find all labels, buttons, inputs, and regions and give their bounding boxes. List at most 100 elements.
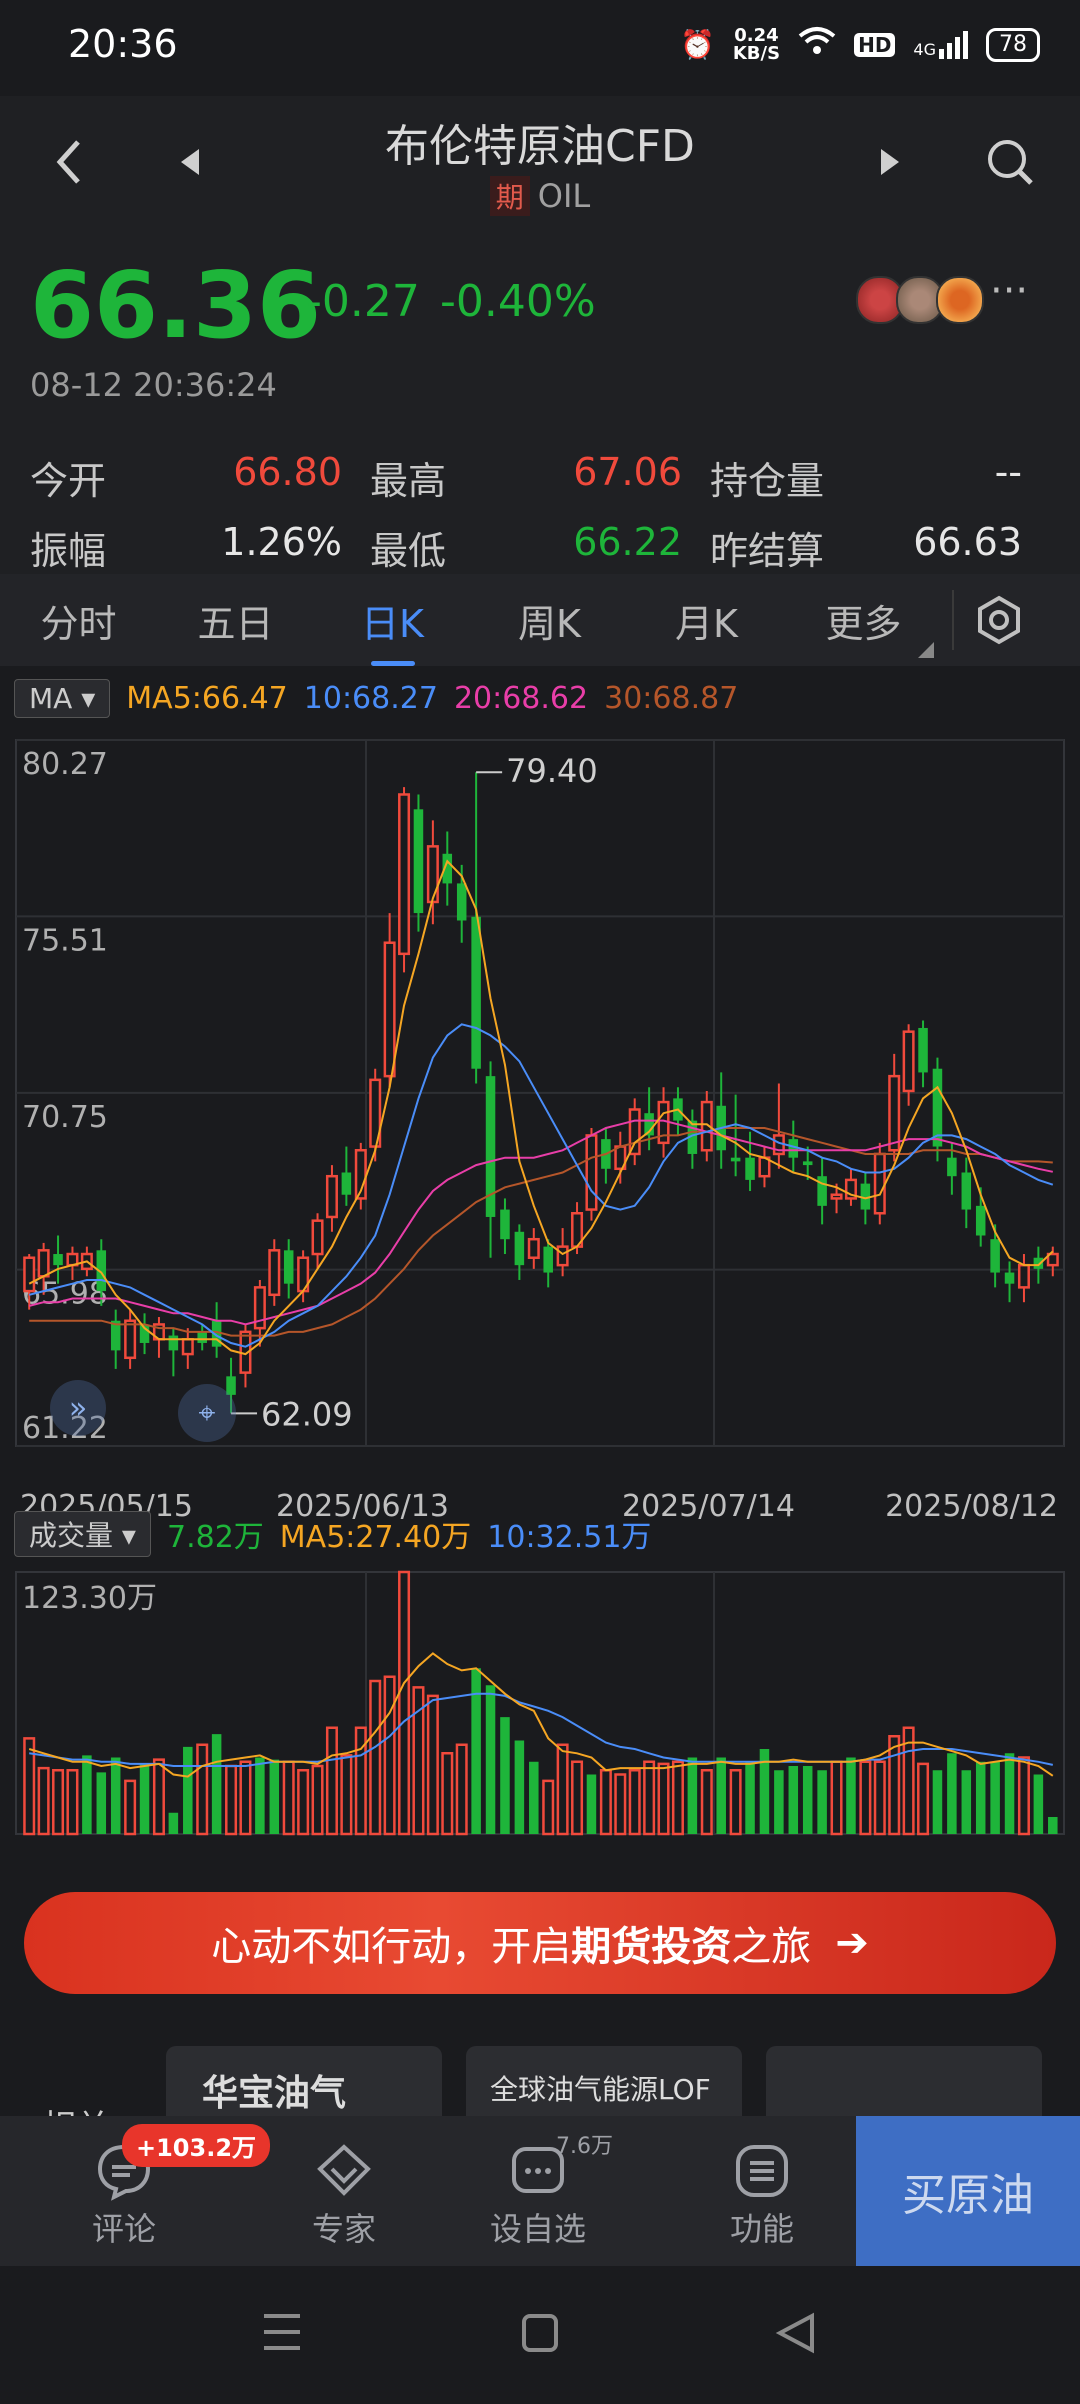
ma30-value: 30:68.87 [604,680,739,716]
volume-bar [947,1753,957,1834]
watchlist-count: 7.6万 [556,2134,613,2159]
volume-max-label: 123.30万 [22,1581,157,1616]
quote-stats-row: 今开 66.80 最高 67.06 持仓量 -- [30,442,1050,512]
avatar-group[interactable] [856,276,984,324]
related-card[interactable] [766,2046,1042,2118]
volume-chart[interactable]: 123.30万 [0,1562,1080,1852]
stat-label: 今开 [30,458,107,503]
volume-bar [529,1761,539,1834]
quote-panel: 66.36 -0.27 -0.40% 08-12 20:36:24 ··· 今开… [0,228,1080,574]
functions-button[interactable]: 功能 [692,2138,832,2250]
volume-bar [514,1740,525,1834]
status-bar: 20:36 ⏰ 0.24 KB/S HD 4G 78 [0,0,1080,96]
volume-bar [716,1757,726,1834]
volume-bar [124,1779,137,1836]
ma-legend: MA ▾ MA5:66.47 10:68.27 20:68.62 30:68.8… [14,676,738,720]
stat-value: 1.26% [221,519,342,564]
ma30-line [29,1127,1053,1337]
candlestick-chart[interactable]: 80.2775.5170.7565.9861.2279.4062.092025/… [0,722,1080,1562]
system-navigation-bar [0,2266,1080,2400]
related-card[interactable]: 全球油气能源LOF [466,2046,742,2118]
home-icon[interactable] [522,2314,558,2352]
expand-sidebar-button[interactable]: » [50,1380,106,1436]
volume-bar [269,1759,280,1834]
stat-label: 振幅 [30,528,107,573]
candle-body [527,1237,540,1259]
volume-bar [1004,1753,1015,1834]
tab-daily-k[interactable]: 日K [314,593,471,666]
corner-triangle-icon [918,641,934,658]
volume-bar [1048,1817,1058,1834]
stat-cell: 最低 66.22 [370,520,682,575]
volume-bar [571,1760,584,1836]
volume-indicator-select[interactable]: 成交量 ▾ [14,1511,151,1557]
menu-icon[interactable] [264,2314,300,2350]
candle-body [456,883,467,921]
candle-body [888,1074,901,1152]
volume-bar [225,1764,238,1836]
candle-body [990,1239,1000,1273]
candle-body [975,1205,986,1236]
bottom-action-bar: 评论 +103.2万 专家 设自选 7.6万 功能 买原油 [0,2116,1080,2266]
stat-cell: 今开 66.80 [30,450,342,505]
net-speed: 0.24 KB/S [732,24,781,64]
candle-body [514,1231,525,1266]
candle-body [413,809,424,914]
stat-cell: 最高 67.06 [370,450,682,505]
y-tick-label: 75.51 [22,923,108,958]
ma5-value: MA5:66.47 [126,680,288,716]
experts-button[interactable]: 专家 [274,2138,414,2250]
period-tabs: 分时 五日 日K 周K 月K 更多 [0,574,1080,666]
more-icon[interactable]: ··· [990,268,1028,314]
comment-count-badge: +103.2万 [122,2124,271,2167]
y-tick-label: 70.75 [22,1100,108,1135]
volume-bar [398,1570,411,1836]
draw-tool-button[interactable]: ⌖ [178,1384,236,1442]
promo-banner[interactable]: 心动不如行动，开启 期货投资 之旅 ➔ [24,1892,1056,1994]
ma20-value: 20:68.62 [453,680,589,716]
tab-monthly-k[interactable]: 月K [628,593,785,648]
candle-body [947,1157,957,1177]
related-card[interactable]: 华宝油气LOF [166,2046,442,2118]
volume-bar [975,1761,986,1834]
volume-bar [961,1770,972,1834]
volume-bar [657,1762,670,1836]
buy-button[interactable]: 买原油 [856,2116,1080,2266]
clock: 20:36 [68,22,178,66]
next-instrument-button[interactable] [860,132,920,192]
volume-bar [52,1769,65,1836]
search-button[interactable] [980,132,1040,192]
candle-body [311,1219,324,1256]
ma-indicator-select[interactable]: MA ▾ [14,678,111,718]
back-triangle-icon[interactable] [775,2312,814,2354]
volume-bar [1017,1756,1030,1836]
volume-bar [859,1760,872,1836]
tab-five-day[interactable]: 五日 [157,593,314,648]
volume-bar [1033,1774,1044,1834]
tab-intraday[interactable]: 分时 [0,593,157,648]
stat-label: 最低 [370,528,447,573]
volume-bar [888,1735,901,1836]
candle-body [873,1152,886,1215]
volume-bar [340,1754,353,1836]
candle-body [383,941,396,1078]
candle-body [628,1108,641,1156]
candle-body [471,916,481,1069]
volume-bar [990,1761,1000,1834]
candle-body [426,845,439,904]
volume-bar [687,1757,698,1834]
volume-bar [66,1769,79,1836]
candle-body [556,1245,569,1267]
battery-indicator: 78 [986,27,1040,62]
header: 布伦特原油CFD 期 OIL [0,96,1080,228]
price-change-percent: -0.40% [440,276,596,327]
tab-more[interactable]: 更多 [785,593,942,658]
volume-bar [196,1743,209,1836]
stat-cell: 昨结算 66.63 [710,520,1022,575]
chart-area: MA ▾ MA5:66.47 10:68.27 20:68.62 30:68.8… [0,666,1080,1836]
tab-weekly-k[interactable]: 周K [471,593,628,648]
volume-bar [614,1773,627,1836]
chart-settings-button[interactable] [954,595,1044,645]
volume-bar [82,1755,92,1834]
stat-cell: 持仓量 -- [710,450,1022,505]
